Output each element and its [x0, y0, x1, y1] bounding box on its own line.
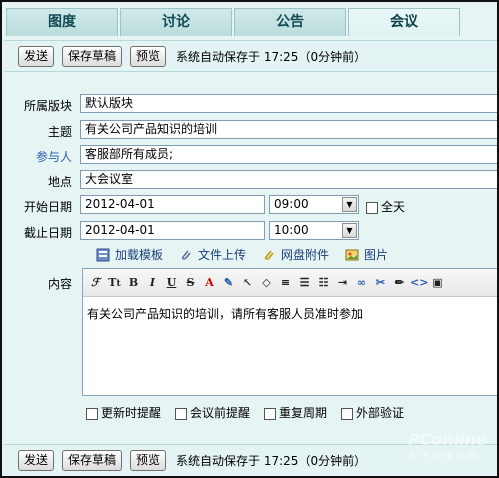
board-field[interactable]: 默认版块: [80, 94, 497, 113]
allday-checkbox[interactable]: [366, 201, 378, 214]
load-template-label: 加载模板: [115, 248, 164, 262]
location-label: 地点: [47, 175, 72, 189]
send-button[interactable]: 发送: [18, 45, 55, 67]
file-upload-link[interactable]: 文件上传: [179, 246, 246, 263]
allday-label: 全天: [381, 200, 406, 214]
watermark-brand: PConline: [407, 430, 487, 449]
load-template-link[interactable]: 加载模板: [96, 246, 163, 263]
unlink-icon[interactable]: ✂: [372, 274, 389, 292]
autosave-status: 系统自动保存于 17:25（0分钟前）: [176, 49, 367, 64]
editor-content[interactable]: 有关公司产品知识的培训，请所有客服人员准时参加: [83, 297, 497, 330]
send-button[interactable]: 发送: [18, 450, 55, 471]
rich-text-editor[interactable]: ℱ Tt B I U S A ✎ ↖ ◇ ≡ ☰ ☷ ⇥ ∞ ✂ ✏ <> ▣ …: [82, 268, 497, 396]
insert-image-icon[interactable]: ▣: [429, 274, 446, 292]
image-icon: [345, 249, 359, 260]
preview-button[interactable]: 预览: [130, 450, 167, 471]
eraser-icon[interactable]: ◇: [258, 274, 275, 292]
allday-checkbox-wrap[interactable]: 全天: [366, 198, 405, 215]
editor-toolbar: ℱ Tt B I U S A ✎ ↖ ◇ ≡ ☰ ☷ ⇥ ∞ ✂ ✏ <> ▣: [83, 269, 497, 297]
netdisk-attachment-label: 网盘附件: [281, 248, 330, 262]
before-meeting-reminder-option[interactable]: 会议前提醒: [175, 404, 250, 421]
chevron-down-icon[interactable]: ▼: [342, 223, 357, 238]
end-date-field[interactable]: 2012-04-01: [80, 221, 265, 240]
text-color-icon[interactable]: A: [201, 274, 218, 292]
update-reminder-label: 更新时提醒: [101, 406, 162, 420]
meeting-editor-window: 图度 讨论 公告 会议 发送 保存草稿 预览 系统自动保存于 17:25（0分钟…: [0, 0, 499, 478]
end-date-label: 截止日期: [23, 226, 72, 240]
reminder-options: 更新时提醒 会议前提醒 重复周期 外部验证: [86, 404, 418, 421]
tab-schedule[interactable]: 图度: [6, 8, 118, 36]
start-time-select[interactable]: 09:00 ▼: [269, 195, 359, 214]
tab-bar: 图度 讨论 公告 会议: [6, 8, 496, 36]
tab-discussion[interactable]: 讨论: [120, 8, 232, 36]
tab-announcement[interactable]: 公告: [234, 8, 346, 36]
strikethrough-icon[interactable]: S: [182, 274, 199, 292]
cursor-icon[interactable]: ↖: [239, 274, 256, 292]
start-date-label: 开始日期: [23, 200, 72, 214]
watermark-logo: PConline 太平洋电脑网: [408, 430, 487, 462]
save-draft-button[interactable]: 保存草稿: [62, 45, 123, 67]
font-family-icon[interactable]: ℱ: [87, 274, 104, 292]
before-meeting-label: 会议前提醒: [190, 406, 251, 420]
repeat-option[interactable]: 重复周期: [264, 404, 327, 421]
start-time-value: 09:00: [274, 197, 309, 211]
attachment-bar: 加载模板 文件上传 网盘附件 图片: [96, 246, 404, 263]
netdisk-attachment-link[interactable]: 网盘附件: [262, 246, 329, 263]
preview-button[interactable]: 预览: [130, 45, 167, 67]
unordered-list-icon[interactable]: ☷: [315, 274, 332, 292]
board-label: 所属版块: [23, 99, 72, 113]
end-time-select[interactable]: 10:00 ▼: [269, 221, 359, 240]
link-icon[interactable]: ∞: [353, 274, 370, 292]
image-label: 图片: [364, 248, 389, 262]
underline-icon[interactable]: U: [163, 274, 180, 292]
ordered-list-icon[interactable]: ☰: [296, 274, 313, 292]
content-label: 内容: [47, 277, 72, 291]
update-reminder-option[interactable]: 更新时提醒: [86, 404, 161, 421]
end-time-value: 10:00: [274, 223, 309, 237]
tab-meeting[interactable]: 会议: [348, 8, 460, 36]
repeat-checkbox[interactable]: [264, 407, 277, 420]
italic-icon[interactable]: I: [144, 274, 161, 292]
indent-icon[interactable]: ⇥: [334, 274, 351, 292]
chevron-down-icon[interactable]: ▼: [342, 197, 357, 212]
subject-label: 主题: [47, 125, 72, 139]
font-size-icon[interactable]: Tt: [106, 274, 123, 292]
subject-field[interactable]: 有关公司产品知识的培训: [80, 120, 497, 139]
external-verify-label: 外部验证: [356, 406, 405, 420]
template-icon: [96, 248, 110, 261]
location-field[interactable]: 大会议室: [80, 170, 497, 189]
start-date-field[interactable]: 2012-04-01: [80, 195, 265, 214]
autosave-status: 系统自动保存于 17:25（0分钟前）: [176, 454, 367, 468]
participants-label-link[interactable]: 参与人: [2, 148, 72, 165]
bold-icon[interactable]: B: [125, 274, 142, 292]
update-reminder-checkbox[interactable]: [86, 407, 98, 420]
external-verify-checkbox[interactable]: [341, 407, 354, 420]
paperclip-icon: [181, 250, 191, 260]
repeat-label: 重复周期: [279, 406, 328, 420]
netdisk-clip-icon: [264, 249, 274, 260]
source-code-icon[interactable]: <>: [410, 274, 428, 292]
align-icon[interactable]: ≡: [277, 274, 294, 292]
watermark-sub: 太平洋电脑网: [407, 452, 480, 462]
file-upload-label: 文件上传: [198, 248, 247, 262]
highlight-color-icon[interactable]: ✎: [220, 274, 237, 292]
participants-field[interactable]: 客服部所有成员;: [80, 145, 497, 164]
external-verify-option[interactable]: 外部验证: [341, 404, 404, 421]
edit-icon[interactable]: ✏: [391, 274, 408, 292]
before-meeting-checkbox[interactable]: [175, 407, 188, 420]
save-draft-button[interactable]: 保存草稿: [62, 450, 123, 471]
top-action-bar: 发送 保存草稿 预览 系统自动保存于 17:25（0分钟前）: [4, 40, 497, 72]
image-link[interactable]: 图片: [345, 246, 388, 263]
